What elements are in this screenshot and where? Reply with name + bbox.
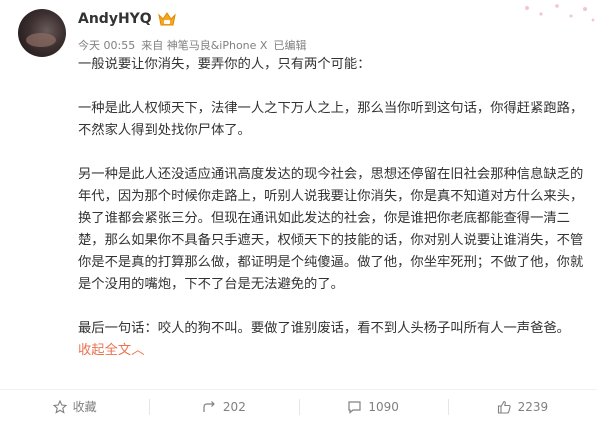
repost-count: 202 [222,399,246,414]
favorite-button[interactable]: 收藏 [0,390,149,423]
collapse-link[interactable]: 收起全文︿ [78,343,144,358]
post-time[interactable]: 今天 00:55 [78,37,135,53]
chevron-up-icon: ︿ [131,343,145,358]
post-paragraph: 另一种是此人还没适应通讯高度发达的现今社会，思想还停留在旧社会那种信息缺乏的年代… [78,167,584,292]
weibo-post: AndyHYQ 今天 00:55 来自 神笔马良&iPhone X 已编辑 一般… [0,0,597,423]
post-paragraph-last: 最后一句话：咬人的狗不叫。要做了谁别废话，看不到人头杨子叫所有人一声爸爸。 收起… [78,318,586,362]
favorite-label: 收藏 [72,400,97,414]
corner-decoration [507,0,597,26]
thumbs-up-icon [497,400,512,414]
avatar[interactable] [18,9,66,57]
post-paragraph-text: 最后一句话：咬人的狗不叫。要做了谁别废话，看不到人头杨子叫所有人一声爸爸。 [78,321,570,336]
repost-button[interactable]: 202 [149,390,298,423]
comment-icon [347,400,362,414]
post-meta: 今天 00:55 来自 神笔马良&iPhone X 已编辑 [78,37,306,53]
comment-count: 1090 [368,399,399,414]
avatar-image [26,33,56,47]
like-count: 2239 [517,399,549,414]
star-icon [52,399,67,414]
post-paragraph: 一种是此人权倾天下，法律一人之下万人之上，那么当你听到这句话，你得赶紧跑路，不然… [78,101,584,138]
action-bar: 收藏 202 1090 2239 [0,390,597,423]
comment-button[interactable]: 1090 [298,390,448,423]
username-link[interactable]: AndyHYQ [78,11,152,27]
post-content: 一般说要让你消失，要弄你的人，只有两个可能： 一种是此人权倾天下，法律一人之下万… [78,54,586,362]
like-button[interactable]: 2239 [447,390,597,423]
edited-label[interactable]: 已编辑 [273,37,306,53]
collapse-label: 收起全文 [78,343,132,358]
repost-icon [202,400,217,414]
post-paragraph: 一般说要让你消失，要弄你的人，只有两个可能： [78,57,371,72]
post-header: AndyHYQ [78,11,176,27]
member-crown-icon[interactable] [157,11,176,27]
post-source[interactable]: 来自 神笔马良&iPhone X [141,37,267,53]
